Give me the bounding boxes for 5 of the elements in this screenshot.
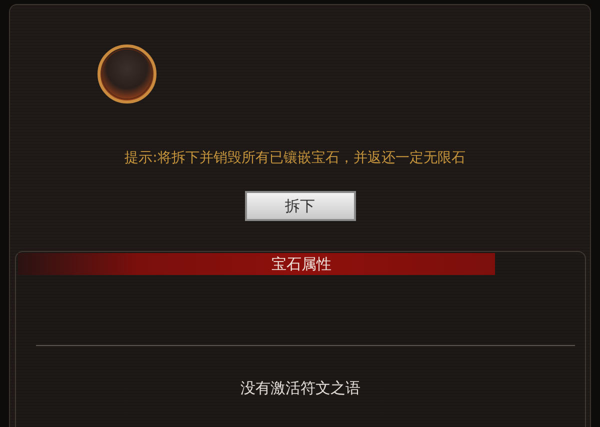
hint-text: 提示:将拆下并销毁所有已镶嵌宝石，并返还一定无限石 [124, 149, 466, 167]
rune-status-text: 没有激活符文之语 [240, 379, 362, 398]
remove-button[interactable]: 拆下 [244, 191, 356, 221]
panel-title: 宝石属性 [18, 253, 495, 275]
gem-slot-icon[interactable] [96, 43, 158, 105]
